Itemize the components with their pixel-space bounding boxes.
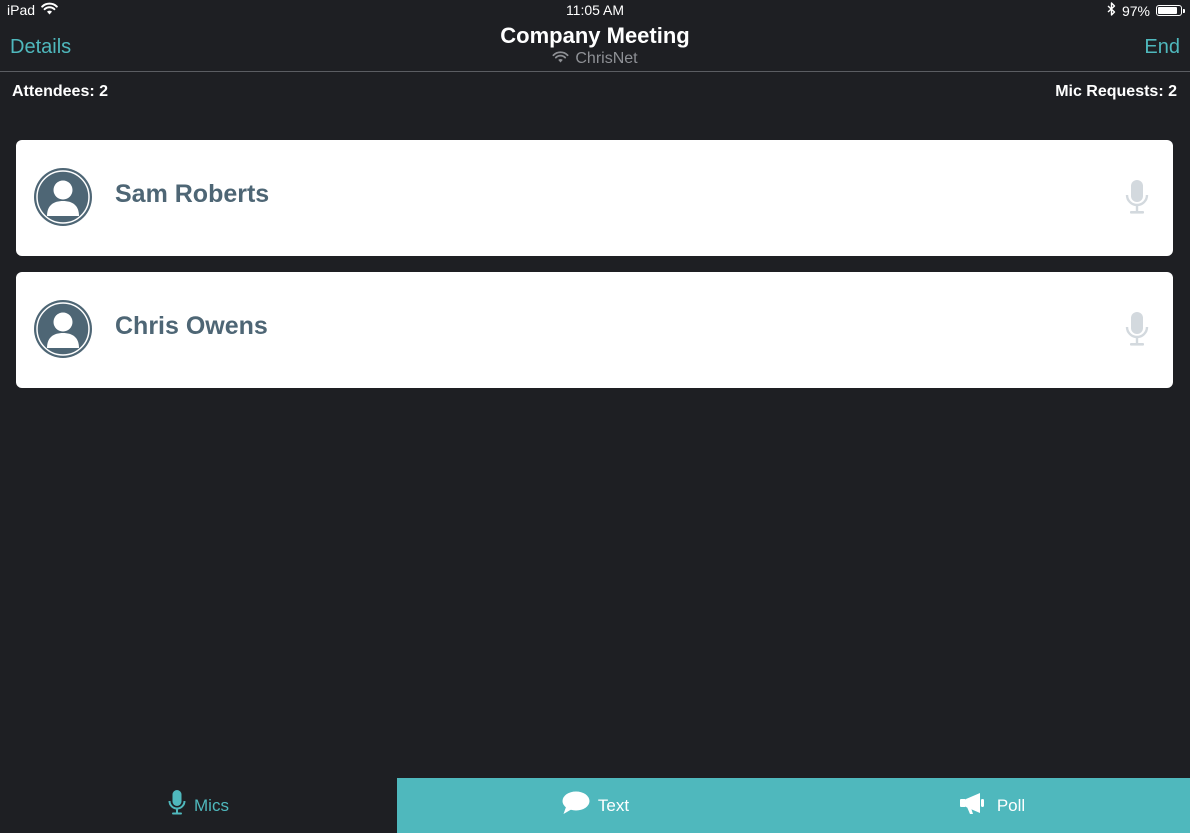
tab-mics[interactable]: Mics (0, 778, 397, 833)
attendee-name: Sam Roberts (115, 180, 270, 208)
bluetooth-icon (1107, 2, 1116, 19)
attendee-card[interactable]: Sam Roberts (16, 140, 1173, 256)
attendees-count: Attendees: 2 (12, 83, 109, 100)
battery-icon (1156, 5, 1185, 16)
person-icon (34, 168, 92, 226)
app-root: iPad 11:05 AM 97% Details Company Meetin… (0, 0, 1190, 833)
tab-label: Text (597, 795, 630, 815)
status-bar-right: 97% (1107, 2, 1185, 19)
attendee-name: Chris Owens (115, 312, 268, 340)
network-name: ChrisNet (575, 50, 638, 67)
mic-requests-count: Mic Requests: 2 (1055, 83, 1177, 100)
attendee-card[interactable]: Chris Owens (16, 272, 1173, 388)
network-subtitle: ChrisNet (0, 50, 1190, 68)
tab-label: Mics (194, 795, 229, 815)
meeting-title: Company Meeting (500, 23, 690, 48)
battery-percent: 97% (1121, 2, 1150, 19)
chat-bubble-icon (562, 791, 590, 820)
microphone-icon[interactable] (1125, 180, 1149, 216)
status-bar: iPad 11:05 AM 97% (0, 0, 1190, 22)
tab-label: Poll (996, 795, 1026, 815)
end-button[interactable]: End (1144, 36, 1180, 59)
tab-poll[interactable]: Poll (794, 778, 1190, 833)
wifi-icon (552, 50, 569, 68)
tab-text[interactable]: Text (397, 778, 794, 833)
battery-level-fill (1158, 7, 1177, 14)
counters-row: Attendees: 2 Mic Requests: 2 (0, 83, 1190, 103)
navigation-bar: Details Company Meeting ChrisNet End (0, 22, 1190, 72)
megaphone-icon (959, 791, 989, 820)
person-icon (34, 300, 92, 358)
microphone-icon (168, 790, 186, 821)
tab-bar: Mics Text Poll (0, 778, 1190, 833)
battery-nub (1183, 9, 1185, 13)
microphone-icon[interactable] (1125, 312, 1149, 348)
status-time: 11:05 AM (565, 2, 625, 18)
